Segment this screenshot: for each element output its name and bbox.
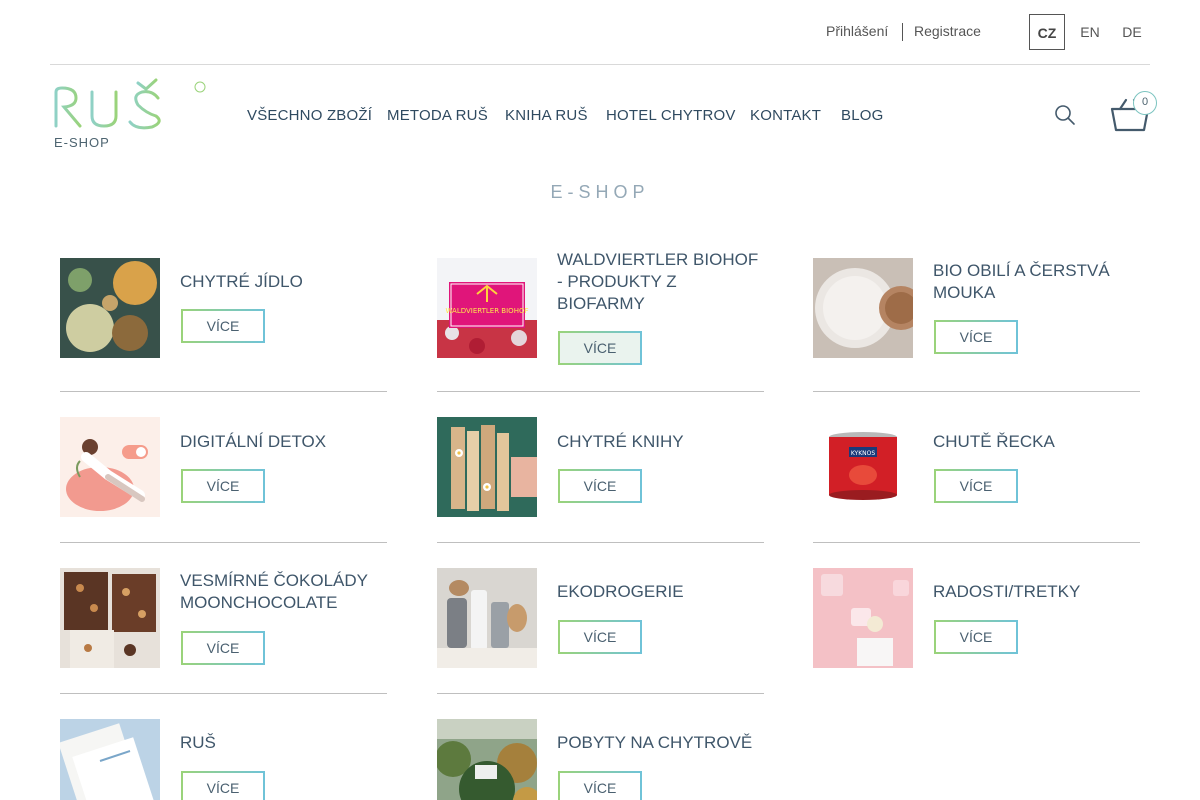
category-image-smart-food[interactable] [60,258,160,358]
card-divider [437,693,764,694]
nav-hotel-chytrov[interactable]: HOTEL CHYTROV [606,107,736,124]
category-image-eco-drugstore[interactable] [437,568,537,668]
top-bar: Přihlášení Registrace CZ EN DE [50,0,1150,65]
more-button[interactable]: VÍCE [558,331,642,365]
more-button[interactable]: VÍCE [181,771,265,800]
card-divider [437,391,764,392]
nav-blog[interactable]: BLOG [841,107,883,124]
category-image-chytrov-stays[interactable] [437,719,537,800]
category-image-smart-books[interactable] [437,417,537,517]
card-divider [813,542,1140,543]
more-button[interactable]: VÍCE [181,631,265,665]
lang-cz[interactable]: CZ [1029,14,1065,50]
category-image-greek-taste[interactable]: KYKNOS [813,417,913,517]
more-button[interactable]: VÍCE [934,620,1018,654]
more-button[interactable]: VÍCE [558,771,642,800]
category-title[interactable]: BIO OBILÍ A ČERSTVÁ MOUKA [933,260,1138,304]
more-button[interactable]: VÍCE [181,469,265,503]
category-title[interactable]: POBYTY NA CHYTROVĚ [557,732,762,754]
category-title[interactable]: WALDVIERTLER BIOHOF - PRODUKTY Z BIOFARM… [557,249,762,315]
nav-all-products[interactable]: VŠECHNO ZBOŽÍ [247,107,372,124]
lang-de[interactable]: DE [1114,14,1150,50]
logo-mark [54,78,206,130]
card-divider [60,391,387,392]
category-title[interactable]: DIGITÁLNÍ DETOX [180,431,385,453]
page-title: E-SHOP [550,182,650,202]
search-icon[interactable] [1054,104,1076,126]
category-image-digital-detox[interactable] [60,417,160,517]
category-title[interactable]: CHYTRÉ KNIHY [557,431,762,453]
category-image-flour[interactable] [813,258,913,358]
category-title[interactable]: RUŠ [180,732,385,754]
category-image-joys-trinkets[interactable] [813,568,913,668]
category-title[interactable]: CHUTĚ ŘECKA [933,431,1138,453]
biohof-sign-text: WALDVIERTLER BIOHOF [446,307,529,315]
category-image-rus-book[interactable] [60,719,160,800]
card-divider [60,693,387,694]
nav-method-rus[interactable]: METODA RUŠ [387,107,488,124]
more-button[interactable]: VÍCE [558,620,642,654]
category-image-biohof[interactable]: WALDVIERTLER BIOHOF [437,258,537,358]
card-divider [437,542,764,543]
cart-count-badge: 0 [1133,91,1157,115]
nav-contact[interactable]: KONTAKT [750,107,821,124]
logo[interactable]: E-SHOP [50,78,210,154]
category-title[interactable]: RADOSTI/TRETKY [933,581,1138,603]
auth-divider [902,23,903,41]
more-button[interactable]: VÍCE [934,469,1018,503]
can-label-text: KYKNOS [851,450,876,457]
card-divider [813,391,1140,392]
category-title[interactable]: CHYTRÉ JÍDLO [180,271,385,293]
category-title[interactable]: EKODROGERIE [557,581,762,603]
logo-subtitle: E-SHOP [54,135,110,150]
category-title[interactable]: VESMÍRNÉ ČOKOLÁDY MOONCHOCOLATE [180,570,385,614]
category-image-moonchocolate[interactable] [60,568,160,668]
more-button[interactable]: VÍCE [934,320,1018,354]
login-link[interactable]: Přihlášení [826,23,888,39]
nav-book-rus[interactable]: KNIHA RUŠ [505,107,588,124]
more-button[interactable]: VÍCE [181,309,265,343]
card-divider [60,542,387,543]
register-link[interactable]: Registrace [914,23,981,39]
lang-en[interactable]: EN [1072,14,1108,50]
more-button[interactable]: VÍCE [558,469,642,503]
